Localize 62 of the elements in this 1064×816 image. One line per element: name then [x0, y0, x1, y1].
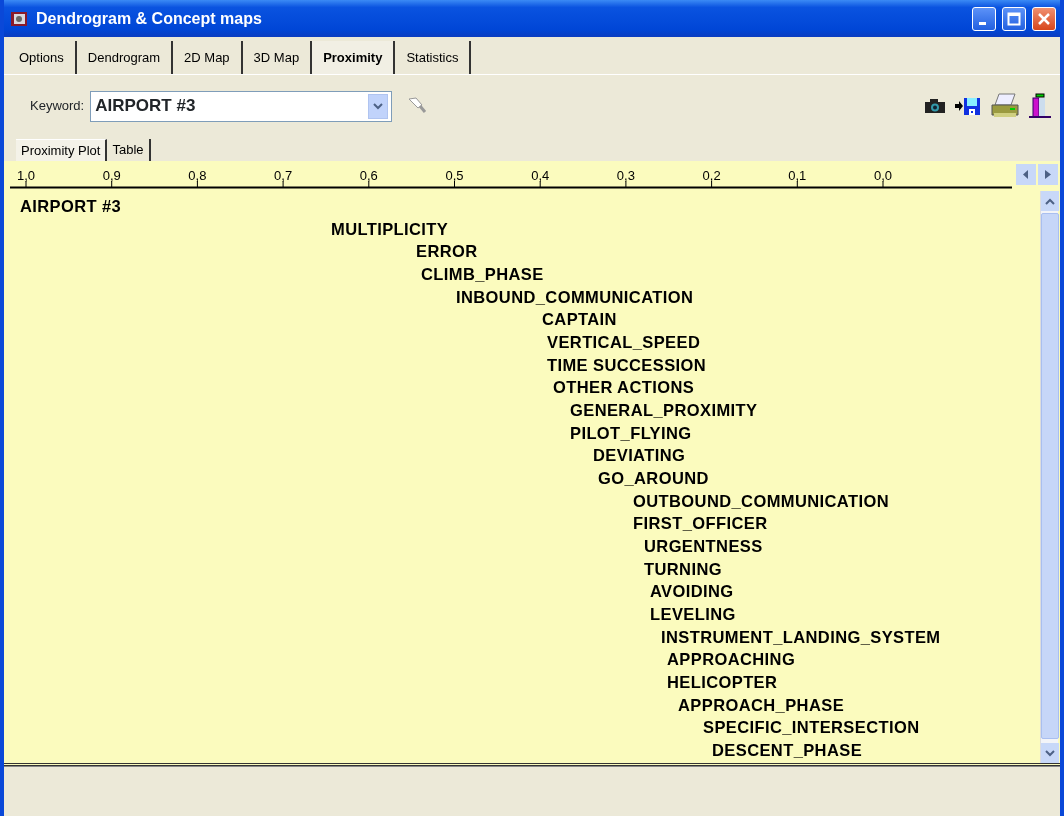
maximize-button[interactable] — [1002, 6, 1026, 31]
exit-door-icon[interactable] — [1028, 93, 1052, 119]
app-icon — [10, 9, 30, 28]
term-label: INSTRUMENT_LANDING_SYSTEM — [661, 627, 941, 646]
term-label: SPECIFIC_INTERSECTION — [703, 718, 920, 737]
term-label: APPROACHING — [667, 650, 796, 669]
dropdown-caret-icon — [373, 102, 384, 110]
axis-tick-label: 0,6 — [359, 168, 378, 183]
term-label: TIME SUCCESSION — [547, 355, 707, 374]
term-label: DESCENT_PHASE — [712, 741, 863, 760]
minimize-icon — [978, 21, 986, 25]
axis-tick-label: 0,1 — [788, 168, 807, 183]
term-label: LEVELING — [650, 605, 736, 624]
printer-icon[interactable] — [990, 93, 1020, 119]
term-label: INBOUND_COMMUNICATION — [456, 287, 694, 306]
term-label: AVOIDING — [650, 582, 734, 601]
axis-tick-label: 0,7 — [274, 168, 293, 183]
scroll-down-button[interactable] — [1041, 743, 1059, 763]
close-button[interactable] — [1032, 6, 1056, 31]
axis-tick-label: 0,9 — [102, 168, 121, 183]
flashlight-icon[interactable] — [406, 96, 429, 116]
scroll-thumb[interactable] — [1041, 213, 1059, 739]
term-label: HELICOPTER — [667, 673, 778, 692]
axis-tick-label: 0,4 — [531, 168, 550, 183]
term-label: DEVIATING — [593, 446, 686, 465]
term-label: APPROACH_PHASE — [678, 695, 845, 714]
keyword-combo[interactable]: AIRPORT #3 — [90, 90, 393, 122]
vertical-scrollbar[interactable] — [1040, 191, 1058, 763]
minimize-button[interactable] — [972, 6, 996, 31]
axis-tick-label: 0,3 — [616, 168, 635, 183]
axis-tick-label: 1,0 — [16, 168, 36, 183]
sub-tab[interactable]: Proximity Plot — [16, 139, 108, 161]
term-label: ERROR — [416, 242, 478, 261]
term-label: URGENTNESS — [644, 537, 763, 556]
scroll-left-button[interactable] — [1016, 164, 1036, 185]
term-label: OUTBOUND_COMMUNICATION — [633, 491, 889, 510]
term-label: GENERAL_PROXIMITY — [570, 401, 758, 420]
term-label: AIRPORT #3 — [20, 197, 122, 215]
save-disk-icon[interactable] — [954, 96, 982, 116]
axis-tick-label: 0,5 — [445, 168, 464, 183]
term-label: VERTICAL_SPEED — [547, 333, 701, 351]
term-label: TURNING — [644, 559, 722, 578]
left-arrow-icon — [1023, 170, 1029, 179]
axis-tick-label: 0,0 — [873, 168, 893, 183]
term-label: MULTIPLICITY — [331, 219, 449, 238]
term-label: OTHER ACTIONS — [553, 378, 695, 397]
term-label: GO_AROUND — [598, 469, 709, 488]
axis-tick-label: 0,8 — [188, 168, 207, 183]
scroll-up-button[interactable] — [1041, 191, 1059, 211]
term-label: CAPTAIN — [542, 310, 617, 329]
window-title: Dendrogram & Concept maps — [36, 8, 263, 29]
scroll-right-button[interactable] — [1038, 164, 1058, 185]
term-label: FIRST_OFFICER — [633, 514, 768, 533]
right-arrow-icon — [1045, 170, 1051, 179]
close-icon — [1037, 11, 1051, 26]
maximize-icon — [1007, 11, 1021, 26]
camera-icon[interactable] — [924, 98, 946, 114]
term-label: CLIMB_PHASE — [421, 265, 544, 283]
term-label: PILOT_FLYING — [570, 423, 692, 442]
axis-tick-label: 0,2 — [702, 168, 721, 183]
tab[interactable]: Proximity — [312, 41, 396, 74]
keyword-label: Keyword: — [30, 97, 85, 116]
